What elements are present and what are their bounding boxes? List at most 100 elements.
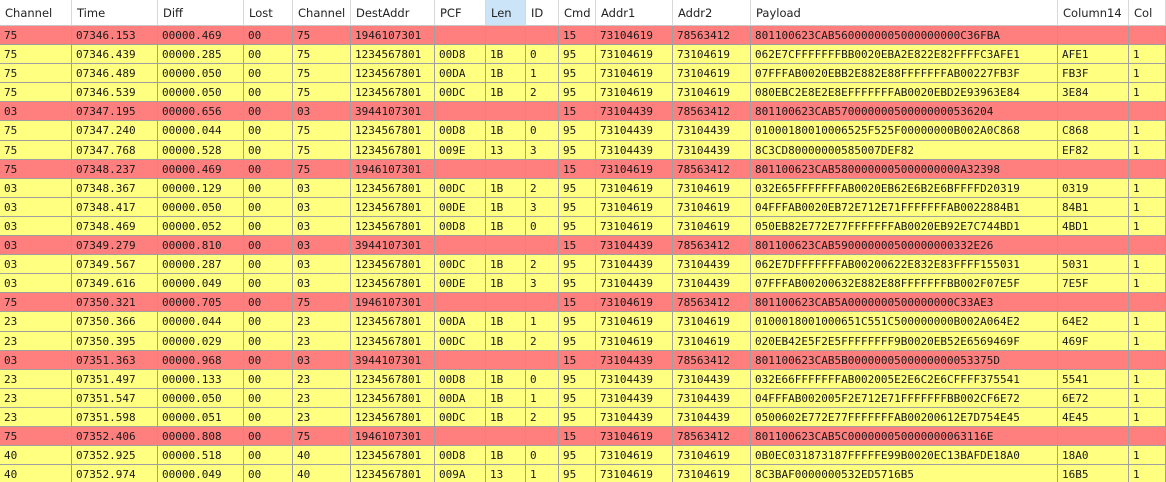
table-row[interactable]: 03 07347.195 00000.656 00 03 3944107301 15 7310… — [0, 102, 1166, 122]
cell-channel-2: 03 — [293, 350, 351, 370]
table-row[interactable]: 03 07349.616 00000.049 00 03 1234567801 00DE 1B… — [0, 274, 1166, 294]
cell-payload: 8C3CD80000000585007DEF82 — [751, 140, 1058, 160]
column-header-len[interactable]: Len — [486, 0, 526, 26]
cell-addr2: 73104619 — [673, 446, 751, 466]
cell-addr2: 73104619 — [673, 216, 751, 237]
cell-column14 — [1058, 159, 1129, 179]
column-header-payload[interactable]: Payload — [751, 0, 1058, 26]
cell-cmd: 95 — [559, 64, 596, 84]
column-header-channel-2[interactable]: Channel — [293, 0, 351, 26]
cell-col: 1 — [1129, 64, 1166, 84]
cell-id — [526, 26, 559, 46]
column-header-addr1[interactable]: Addr1 — [596, 0, 673, 26]
table-row[interactable]: 40 07352.925 00000.518 00 40 1234567801 00D8 1B… — [0, 446, 1166, 466]
cell-pcf: 00DC — [435, 255, 486, 275]
table-row[interactable]: 03 07348.469 00000.052 00 03 1234567801 00D8 1B… — [0, 216, 1166, 237]
cell-col: 1 — [1129, 45, 1166, 65]
cell-addr1: 73104619 — [596, 465, 673, 482]
cell-diff: 00000.050 — [158, 64, 244, 84]
column-header-addr2[interactable]: Addr2 — [673, 0, 751, 26]
table-row[interactable]: 23 07351.497 00000.133 00 23 1234567801 00D8 1B… — [0, 369, 1166, 389]
table-row[interactable]: 03 07348.367 00000.129 00 03 1234567801 00DC 1B… — [0, 178, 1166, 198]
table-row[interactable]: 03 07349.567 00000.287 00 03 1234567801 00DC 1B… — [0, 255, 1166, 275]
table-row[interactable]: 75 07352.406 00000.808 00 75 1946107301 15 7310… — [0, 426, 1166, 447]
cell-payload: 801100623CAB5C000000050000000063116E — [751, 426, 1058, 447]
cell-channel-2: 40 — [293, 465, 351, 482]
cell-lost: 00 — [244, 83, 293, 103]
cell-lost: 00 — [244, 274, 293, 294]
cell-col: 1 — [1129, 197, 1166, 217]
cell-channel-2: 03 — [293, 255, 351, 275]
cell-diff: 00000.808 — [158, 426, 244, 447]
cell-col — [1129, 26, 1166, 46]
cell-channel: 75 — [0, 83, 72, 103]
cell-diff: 00000.044 — [158, 121, 244, 141]
column-header-lost[interactable]: Lost — [244, 0, 293, 26]
table-row[interactable]: 75 07350.321 00000.705 00 75 1946107301 15 7310… — [0, 293, 1166, 313]
cell-diff: 00000.050 — [158, 197, 244, 217]
cell-len: 1B — [486, 255, 526, 275]
table-row[interactable]: 03 07349.279 00000.810 00 03 3944107301 15 7310… — [0, 236, 1166, 256]
cell-dest-addr: 1234567801 — [351, 178, 435, 198]
column-header-col[interactable]: Col — [1129, 0, 1166, 26]
cell-addr1: 73104619 — [596, 64, 673, 84]
cell-channel: 75 — [0, 121, 72, 141]
cell-len: 1B — [486, 407, 526, 427]
table-row[interactable]: 23 07350.395 00000.029 00 23 1234567801 00DC 1B… — [0, 331, 1166, 351]
cell-pcf: 00DE — [435, 274, 486, 294]
cell-pcf: 00D8 — [435, 121, 486, 141]
table-row[interactable]: 75 07348.237 00000.469 00 75 1946107301 15 7310… — [0, 159, 1166, 179]
cell-channel-2: 03 — [293, 216, 351, 237]
cell-channel-2: 75 — [293, 293, 351, 313]
cell-diff: 00000.051 — [158, 407, 244, 427]
table-row[interactable]: 75 07346.153 00000.469 00 75 1946107301 15 7310… — [0, 26, 1166, 46]
table-row[interactable]: 03 07351.363 00000.968 00 03 3944107301 15 7310… — [0, 350, 1166, 370]
table-row[interactable]: 23 07350.366 00000.044 00 23 1234567801 00DA 1B… — [0, 312, 1166, 332]
cell-dest-addr: 3944107301 — [351, 350, 435, 370]
cell-addr1: 73104619 — [596, 45, 673, 65]
cell-time: 07351.497 — [72, 369, 158, 389]
column-header-dest-addr[interactable]: DestAddr — [351, 0, 435, 26]
table-row[interactable]: 75 07347.768 00000.528 00 75 1234567801 009E 13… — [0, 140, 1166, 160]
cell-channel-2: 75 — [293, 26, 351, 46]
cell-column14 — [1058, 26, 1129, 46]
table-row[interactable]: 23 07351.547 00000.050 00 23 1234567801 00DA 1B… — [0, 388, 1166, 408]
column-header-cmd[interactable]: Cmd — [559, 0, 596, 26]
cell-addr2: 73104439 — [673, 140, 751, 160]
column-header-pcf[interactable]: PCF — [435, 0, 486, 26]
cell-pcf — [435, 236, 486, 256]
cell-column14: 0319 — [1058, 178, 1129, 198]
cell-time: 07352.974 — [72, 465, 158, 482]
table-row[interactable]: 75 07347.240 00000.044 00 75 1234567801 00D8 1B… — [0, 121, 1166, 141]
cell-addr2: 78563412 — [673, 293, 751, 313]
table-row[interactable]: 23 07351.598 00000.051 00 23 1234567801 00DC 1B… — [0, 407, 1166, 427]
cell-lost: 00 — [244, 255, 293, 275]
cell-pcf — [435, 350, 486, 370]
cell-payload: 801100623CAB5800000005000000000A32398 — [751, 159, 1058, 179]
cell-addr1: 73104619 — [596, 293, 673, 313]
cell-column14: 5031 — [1058, 255, 1129, 275]
table-row[interactable]: 75 07346.439 00000.285 00 75 1234567801 00D8 1B… — [0, 45, 1166, 65]
cell-dest-addr: 1234567801 — [351, 388, 435, 408]
column-header-channel[interactable]: Channel — [0, 0, 72, 26]
column-header-id[interactable]: ID — [526, 0, 559, 26]
cell-cmd: 95 — [559, 312, 596, 332]
cell-addr2: 78563412 — [673, 159, 751, 179]
cell-addr1: 73104439 — [596, 350, 673, 370]
table-row[interactable]: 03 07348.417 00000.050 00 03 1234567801 00DE 1B… — [0, 197, 1166, 217]
cell-len — [486, 236, 526, 256]
cell-len — [486, 26, 526, 46]
cell-channel-2: 23 — [293, 369, 351, 389]
column-header-diff[interactable]: Diff — [158, 0, 244, 26]
column-header-time[interactable]: Time — [72, 0, 158, 26]
cell-dest-addr: 3944107301 — [351, 102, 435, 122]
cell-lost: 00 — [244, 293, 293, 313]
table-row[interactable]: 75 07346.489 00000.050 00 75 1234567801 00DA 1B… — [0, 64, 1166, 84]
column-header-column14[interactable]: Column14 — [1058, 0, 1129, 26]
cell-cmd: 95 — [559, 446, 596, 466]
table-row[interactable]: 75 07346.539 00000.050 00 75 1234567801 00DC 1B… — [0, 83, 1166, 103]
table-row[interactable]: 40 07352.974 00000.049 00 40 1234567801 009A 13… — [0, 465, 1166, 482]
cell-dest-addr: 1234567801 — [351, 121, 435, 141]
cell-len: 1B — [486, 312, 526, 332]
cell-channel: 75 — [0, 293, 72, 313]
